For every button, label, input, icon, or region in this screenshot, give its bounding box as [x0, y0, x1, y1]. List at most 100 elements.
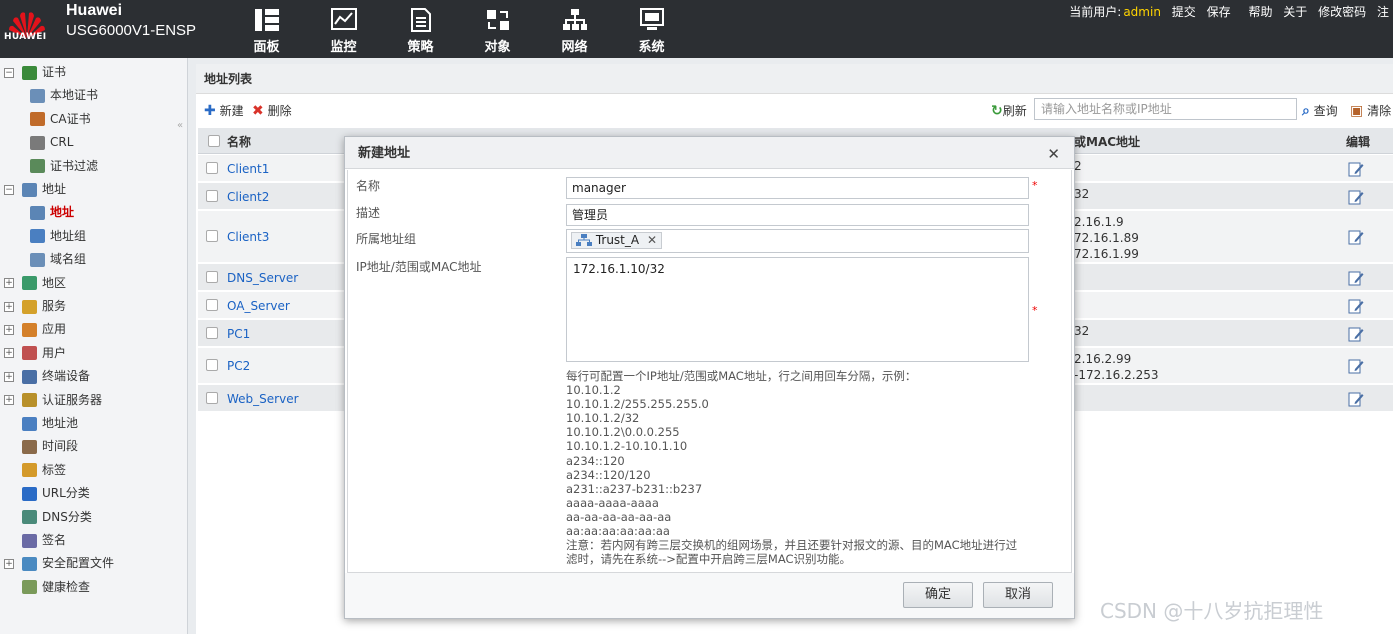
expand-toggle-icon[interactable]: + — [4, 558, 14, 569]
nav-network[interactable]: 网络 — [536, 6, 613, 56]
edit-icon[interactable] — [1348, 326, 1364, 342]
submit-link[interactable]: 提交 — [1172, 5, 1196, 19]
edit-icon[interactable] — [1348, 161, 1364, 177]
edit-icon[interactable] — [1348, 270, 1364, 286]
address-name-link[interactable]: OA_Server — [227, 299, 290, 313]
sidebar-item-label: CA证书 — [50, 111, 91, 126]
sidebar-item[interactable]: 本地证书 — [30, 84, 98, 106]
expand-toggle-icon[interactable]: + — [4, 301, 14, 312]
change-password-link[interactable]: 修改密码 — [1318, 5, 1366, 19]
clear-label: 清除 — [1367, 104, 1392, 118]
about-link[interactable]: 关于 — [1283, 5, 1307, 19]
sidebar-item[interactable]: URL分类 — [4, 482, 90, 504]
sidebar-item[interactable]: + 服务 — [4, 295, 66, 317]
sidebar-item[interactable]: 标签 — [4, 459, 66, 481]
expand-toggle-icon[interactable]: + — [4, 278, 14, 289]
nav-object[interactable]: 对象 — [459, 6, 536, 56]
nav-dashboard[interactable]: 面板 — [228, 6, 305, 56]
address-name-link[interactable]: PC2 — [227, 359, 250, 373]
sidebar-item[interactable]: + 应用 — [4, 318, 66, 340]
nav-policy[interactable]: 策略 — [382, 6, 459, 56]
sidebar-item[interactable]: 地址组 — [30, 225, 86, 247]
address-name-link[interactable]: PC1 — [227, 327, 250, 341]
brand-name: Huawei — [66, 2, 123, 19]
address-name-link[interactable]: Web_Server — [227, 392, 299, 406]
address-name-link[interactable]: Client1 — [227, 162, 269, 176]
hint-line: 10.10.1.2/32 — [566, 411, 640, 426]
close-icon[interactable]: ✕ — [1047, 145, 1060, 163]
nav-system[interactable]: 系统 — [613, 6, 690, 56]
sidebar-item-label: 证书过滤 — [50, 158, 99, 173]
row-checkbox[interactable] — [206, 270, 218, 283]
row-checkbox[interactable] — [206, 189, 218, 202]
sidebar-item[interactable]: + 用户 — [4, 342, 66, 364]
save-link[interactable]: 保存 — [1207, 5, 1231, 19]
sidebar-item[interactable]: + 终端设备 — [4, 365, 90, 387]
edit-icon[interactable] — [1348, 358, 1364, 374]
cancel-button[interactable]: 取消 — [983, 582, 1053, 608]
row-checkbox[interactable] — [206, 326, 218, 339]
select-all-checkbox[interactable] — [208, 135, 220, 147]
logout-link[interactable]: 注 — [1377, 5, 1389, 19]
name-field[interactable]: manager — [566, 177, 1029, 199]
column-name[interactable]: 名称 — [227, 133, 251, 150]
edit-icon[interactable] — [1348, 229, 1364, 245]
hint-line: 滤时，请先在系统-->配置中开启跨三层MAC识别功能。 — [566, 552, 852, 567]
sidebar-item[interactable]: 健康检查 — [4, 576, 90, 598]
sidebar-item[interactable]: − 地址 — [4, 178, 66, 200]
sidebar-item[interactable]: 时间段 — [4, 435, 78, 457]
column-ip[interactable]: 或MAC地址 — [1074, 133, 1140, 150]
edit-icon[interactable] — [1348, 391, 1364, 407]
name-label: 名称 — [356, 179, 381, 193]
sidebar-item[interactable]: + 认证服务器 — [4, 389, 102, 411]
sidebar-item[interactable]: 域名组 — [30, 248, 86, 270]
sidebar-item[interactable]: + 地区 — [4, 272, 66, 294]
sidebar-item[interactable]: + 安全配置文件 — [4, 552, 114, 574]
ok-button[interactable]: 确定 — [903, 582, 973, 608]
hint-line: 10.10.1.2\0.0.0.255 — [566, 425, 680, 440]
edit-icon[interactable] — [1348, 298, 1364, 314]
row-checkbox[interactable] — [206, 230, 218, 242]
query-button[interactable]: ⌕ 查询 — [1302, 102, 1338, 119]
sidebar-item-label: URL分类 — [42, 486, 90, 501]
delete-button[interactable]: ✖ 删除 — [252, 102, 292, 119]
sidebar-item[interactable]: CA证书 — [30, 108, 91, 130]
collapse-sidebar-icon[interactable]: « — [177, 120, 183, 131]
expand-toggle-icon[interactable]: + — [4, 348, 14, 359]
help-link[interactable]: 帮助 — [1248, 5, 1272, 19]
clear-button[interactable]: ▣ 清除 — [1350, 102, 1391, 119]
refresh-button[interactable]: ↻刷新 — [991, 102, 1027, 119]
sidebar-item[interactable]: 证书过滤 — [30, 155, 98, 177]
expand-toggle-icon[interactable]: − — [4, 184, 14, 195]
edit-icon[interactable] — [1348, 189, 1364, 205]
delete-label: 删除 — [267, 104, 292, 118]
new-address-dialog: 新建地址 ✕ 名称 manager * 描述 管理员 所属地址组 Trust_A… — [344, 136, 1075, 619]
row-checkbox[interactable] — [206, 161, 218, 174]
sidebar-item-label: 地址组 — [50, 228, 87, 243]
sidebar-item[interactable]: 地址池 — [4, 412, 78, 434]
remove-tag-icon[interactable]: ✕ — [647, 233, 657, 247]
row-checkbox[interactable] — [206, 391, 218, 404]
row-checkbox[interactable] — [206, 298, 218, 311]
address-group-field[interactable]: Trust_A ✕ — [566, 229, 1029, 253]
expand-toggle-icon[interactable]: + — [4, 371, 14, 382]
sidebar-item[interactable]: − 证书 — [4, 61, 66, 83]
sidebar-item[interactable]: DNS分类 — [4, 506, 92, 528]
address-name-link[interactable]: Client2 — [227, 190, 269, 204]
expand-toggle-icon[interactable]: + — [4, 395, 14, 406]
description-field[interactable]: 管理员 — [566, 204, 1029, 226]
expand-toggle-icon[interactable]: − — [4, 67, 14, 78]
sidebar-item[interactable]: 签名 — [4, 529, 66, 551]
sidebar-item[interactable]: 地址 — [30, 201, 74, 223]
ip-textarea[interactable]: 172.16.1.10/32 — [566, 257, 1029, 362]
row-checkbox[interactable] — [206, 359, 218, 371]
address-name-link[interactable]: DNS_Server — [227, 271, 298, 285]
sidebar-item-label: CRL — [50, 135, 74, 150]
sidebar-item[interactable]: CRL — [30, 131, 73, 153]
new-button[interactable]: ✚ 新建 — [204, 102, 244, 119]
logo-text: HUAWEI — [4, 32, 47, 42]
nav-monitor[interactable]: 监控 — [305, 6, 382, 56]
expand-toggle-icon[interactable]: + — [4, 324, 14, 335]
address-name-link[interactable]: Client3 — [227, 230, 269, 244]
search-input[interactable]: 请输入地址名称或IP地址 — [1034, 98, 1297, 120]
